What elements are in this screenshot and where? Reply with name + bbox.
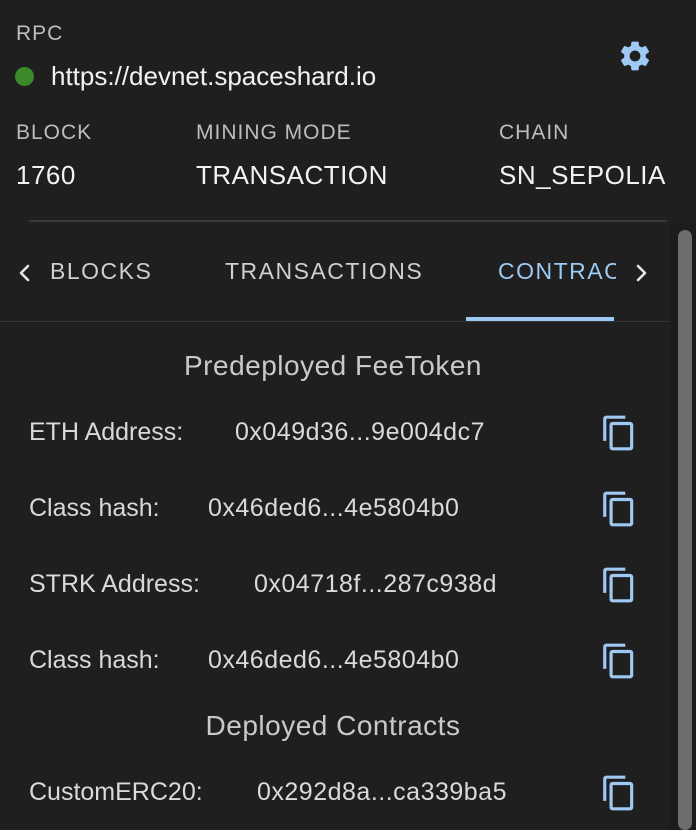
rpc-label: RPC	[16, 22, 64, 45]
tab-blocks[interactable]: BLOCKS	[50, 258, 170, 285]
predeployed-title: Predeployed FeeToken	[184, 350, 482, 381]
rpc-status-indicator	[15, 67, 34, 86]
chevron-right-icon[interactable]	[631, 258, 653, 288]
strk-class-hash-value: 0x46ded6...4e5804b0	[208, 646, 460, 674]
strk-address-label: STRK Address:	[29, 570, 200, 598]
scrollbar-thumb[interactable]	[678, 230, 692, 830]
gear-icon[interactable]	[617, 38, 653, 74]
block-value: 1760	[16, 160, 76, 190]
mining-mode-label: MINING MODE	[196, 121, 352, 144]
tab-bar-divider	[0, 321, 670, 322]
rpc-url: https://devnet.spaceshard.io	[51, 61, 377, 91]
custom-erc20-value: 0x292d8a...ca339ba5	[257, 778, 507, 806]
deployed-title: Deployed Contracts	[205, 710, 461, 741]
eth-class-hash-label: Class hash:	[29, 494, 160, 522]
copy-icon[interactable]	[600, 641, 638, 681]
copy-icon[interactable]	[600, 489, 638, 529]
tab-transactions[interactable]: TRANSACTIONS	[225, 258, 423, 285]
copy-icon[interactable]	[600, 413, 638, 453]
chain-label: CHAIN	[499, 121, 570, 144]
tab-contracts[interactable]: CONTRACTS	[498, 258, 616, 285]
strk-address-value: 0x04718f...287c938d	[254, 570, 498, 598]
block-label: BLOCK	[16, 121, 93, 144]
eth-address-label: ETH Address:	[29, 418, 184, 446]
custom-erc20-label: CustomERC20:	[29, 778, 203, 806]
mining-mode-value: TRANSACTION	[196, 160, 388, 190]
eth-address-value: 0x049d36...9e004dc7	[235, 418, 485, 446]
chain-value: SN_SEPOLIA	[499, 160, 666, 190]
header-divider	[29, 220, 667, 222]
copy-icon[interactable]	[600, 565, 638, 605]
eth-class-hash-value: 0x46ded6...4e5804b0	[208, 494, 460, 522]
strk-class-hash-label: Class hash:	[29, 646, 160, 674]
copy-icon[interactable]	[600, 773, 638, 813]
chevron-left-icon[interactable]	[13, 258, 35, 288]
